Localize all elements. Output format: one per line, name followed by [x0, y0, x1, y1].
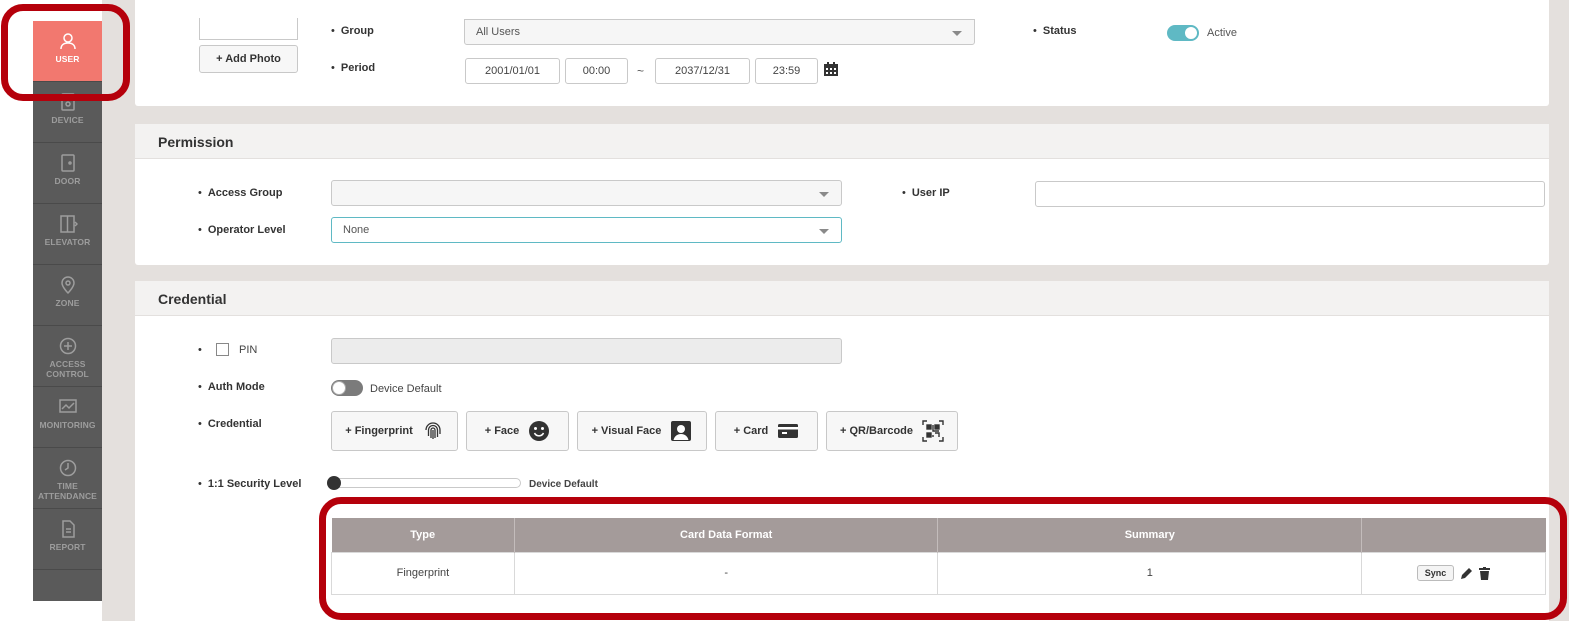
sidebar-item-zone[interactable]: ZONE — [33, 265, 102, 326]
sidebar-item-label: ACCESS CONTROL — [46, 359, 89, 379]
period-separator: ~ — [637, 64, 645, 78]
sidebar: USER DEVICE DOOR ELEVATOR ZONE ACCESS CO… — [33, 21, 102, 601]
auth-mode-value: Device Default — [370, 383, 442, 395]
add-visual-face-button[interactable]: + Visual Face — [577, 411, 707, 451]
operator-level-label: Operator Level — [198, 224, 286, 236]
add-card-label: + Card — [733, 425, 769, 437]
add-photo-button[interactable]: + Add Photo — [199, 45, 298, 73]
sidebar-item-door[interactable]: DOOR — [33, 143, 102, 204]
sidebar-item-label: DEVICE — [51, 115, 84, 125]
security-level-label: 1:1 Security Level — [198, 478, 302, 490]
operator-level-value: None — [343, 224, 370, 236]
visual-face-icon — [670, 420, 692, 442]
access-control-icon — [58, 336, 78, 356]
permission-header: Permission — [135, 124, 1549, 159]
card-icon — [777, 420, 799, 442]
user-nav-highlight — [1, 4, 130, 101]
user-ip-field[interactable] — [1035, 181, 1545, 207]
status-toggle[interactable] — [1167, 25, 1199, 41]
qr-code-icon — [922, 420, 944, 442]
start-date-field[interactable]: 2001/01/01 — [465, 58, 560, 84]
user-info-card: + Add Photo Group All Users Period 2001/… — [135, 0, 1549, 106]
pin-field[interactable] — [331, 338, 842, 364]
sidebar-item-label: TIME ATTENDANCE — [38, 481, 97, 501]
add-face-button[interactable]: + Face — [466, 411, 569, 451]
sidebar-item-time-attendance[interactable]: TIME ATTENDANCE — [33, 448, 102, 509]
operator-level-select[interactable]: None — [331, 217, 842, 243]
sidebar-item-elevator[interactable]: ELEVATOR — [33, 204, 102, 265]
start-time-field[interactable]: 00:00 — [565, 58, 628, 84]
add-qr-barcode-button[interactable]: + QR/Barcode — [826, 411, 958, 451]
auth-mode-label: Auth Mode — [198, 381, 265, 393]
chevron-down-icon — [819, 229, 829, 234]
add-fingerprint-label: + Fingerprint — [345, 425, 413, 437]
sidebar-item-access-control[interactable]: ACCESS CONTROL — [33, 326, 102, 387]
credential-table-highlight — [319, 497, 1567, 620]
credential-header: Credential — [135, 281, 1549, 316]
chevron-down-icon — [819, 192, 829, 197]
add-card-button[interactable]: + Card — [715, 411, 818, 451]
period-label: Period — [331, 62, 375, 74]
add-visual-face-label: + Visual Face — [591, 425, 662, 437]
photo-placeholder — [199, 18, 298, 40]
credential-title: Credential — [158, 291, 227, 307]
group-select-value: All Users — [476, 26, 521, 38]
end-time-field[interactable]: 23:59 — [755, 58, 818, 84]
auth-mode-toggle[interactable] — [331, 380, 363, 396]
chevron-down-icon — [952, 31, 962, 36]
add-face-label: + Face — [484, 425, 520, 437]
status-label: Status — [1033, 25, 1077, 37]
access-group-select[interactable] — [331, 180, 842, 206]
pin-bullet: • — [198, 344, 202, 356]
clock-icon — [58, 458, 78, 478]
fingerprint-icon — [422, 420, 444, 442]
add-fingerprint-button[interactable]: + Fingerprint — [331, 411, 458, 451]
pin-checkbox[interactable] — [216, 343, 229, 356]
sidebar-item-label: MONITORING — [39, 420, 96, 430]
sidebar-item-label: DOOR — [54, 176, 81, 186]
report-icon — [58, 519, 78, 539]
access-group-label: Access Group — [198, 187, 283, 199]
zone-pin-icon — [58, 275, 78, 295]
slider-handle[interactable] — [327, 476, 341, 490]
permission-title: Permission — [158, 134, 234, 150]
security-level-slider[interactable] — [327, 476, 521, 490]
sidebar-item-label: ELEVATOR — [44, 237, 91, 247]
permission-card: Permission Access Group Operator Level N… — [135, 124, 1549, 265]
user-ip-label: User IP — [902, 187, 950, 199]
group-select[interactable]: All Users — [464, 19, 975, 45]
sidebar-item-report[interactable]: REPORT — [33, 509, 102, 570]
pin-label: PIN — [239, 344, 258, 356]
smiley-face-icon — [528, 420, 550, 442]
sidebar-item-monitoring[interactable]: MONITORING — [33, 387, 102, 448]
elevator-icon — [58, 214, 78, 234]
door-icon — [58, 153, 78, 173]
status-value: Active — [1207, 27, 1237, 39]
sidebar-item-label: ZONE — [55, 298, 80, 308]
monitoring-icon — [58, 397, 78, 417]
add-qr-barcode-label: + QR/Barcode — [839, 425, 914, 437]
end-date-field[interactable]: 2037/12/31 — [655, 58, 750, 84]
sidebar-item-label: REPORT — [49, 542, 86, 552]
security-level-value: Device Default — [529, 479, 598, 490]
group-label: Group — [331, 25, 374, 37]
credential-label: Credential — [198, 418, 262, 430]
calendar-icon[interactable] — [823, 61, 839, 77]
